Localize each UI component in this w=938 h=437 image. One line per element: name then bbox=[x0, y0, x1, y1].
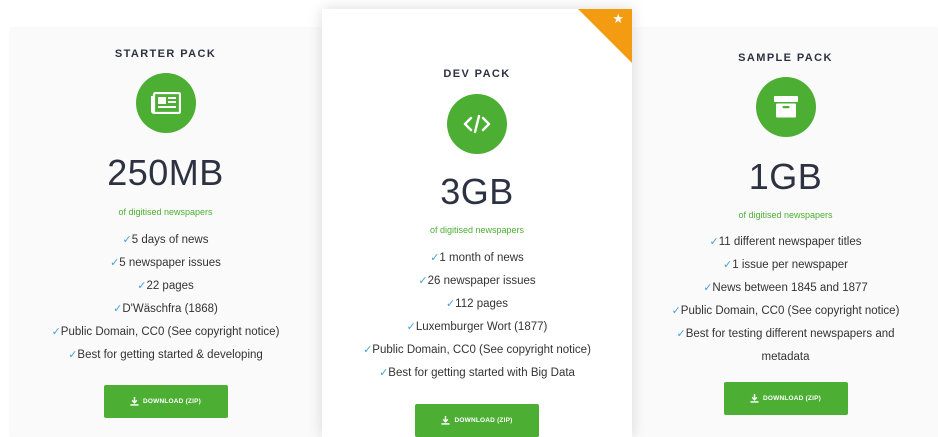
card-title: SAMPLE PACK bbox=[738, 52, 833, 64]
download-icon bbox=[750, 394, 759, 403]
feature-list: ✓5 days of news ✓5 newspaper issues ✓22 … bbox=[10, 228, 321, 366]
checkmark-icon: ✓ bbox=[445, 297, 456, 310]
feature-item: ✓D'Wäschfra (1868) bbox=[113, 302, 218, 315]
checkmark-icon: ✓ bbox=[418, 274, 428, 287]
storage-size: 3GB bbox=[440, 171, 514, 212]
download-zip-button[interactable]: DOWNLOAD (ZIP) bbox=[415, 404, 539, 437]
download-zip-button[interactable]: DOWNLOAD (ZIP) bbox=[103, 385, 228, 418]
feature-item: ✓11 different newspaper titles bbox=[709, 235, 862, 248]
feature-item: ✓News between 1845 and 1877 bbox=[703, 281, 868, 294]
feature-item: ✓Luxemburger Wort (1877) bbox=[406, 320, 548, 333]
feature-item: ✓5 days of news bbox=[122, 233, 209, 246]
feature-item: ✓5 newspaper issues bbox=[110, 256, 221, 269]
checkmark-icon: ✓ bbox=[723, 258, 733, 271]
feature-item: ✓Public Domain, CC0 (See copyright notic… bbox=[671, 304, 900, 317]
checkmark-icon: ✓ bbox=[676, 327, 686, 340]
size-caption: of digitised newspapers bbox=[429, 225, 525, 235]
feature-item: ✓Public Domain, CC0 (See copyright notic… bbox=[363, 343, 591, 356]
feature-item: ✓Best for testing different newspapers a… bbox=[676, 327, 895, 363]
feature-list: ✓1 month of news ✓26 newspaper issues ✓1… bbox=[322, 246, 632, 384]
feature-item: ✓Public Domain, CC0 (See copyright notic… bbox=[51, 325, 280, 338]
storage-size: 1GB bbox=[748, 156, 823, 197]
feature-item: ✓26 newspaper issues bbox=[418, 274, 536, 287]
pricing-card-starter: STARTER PACK 250MB of digitised newspape… bbox=[10, 28, 321, 437]
card-title: STARTER PACK bbox=[114, 48, 217, 60]
checkmark-icon: ✓ bbox=[113, 302, 123, 315]
checkmark-icon: ✓ bbox=[671, 304, 681, 317]
checkmark-icon: ✓ bbox=[363, 343, 373, 356]
size-caption: of digitised newspapers bbox=[118, 207, 213, 217]
checkmark-icon: ✓ bbox=[406, 320, 416, 333]
feature-list: ✓11 different newspaper titles ✓1 issue … bbox=[633, 230, 938, 369]
download-icon bbox=[130, 397, 139, 406]
checkmark-icon: ✓ bbox=[709, 235, 719, 248]
feature-item: ✓22 pages bbox=[137, 279, 194, 292]
feature-item: ✓112 pages bbox=[445, 297, 509, 310]
newspaper-icon bbox=[135, 73, 196, 133]
archive-box-icon bbox=[755, 77, 816, 137]
feature-item: ✓1 issue per newspaper bbox=[723, 258, 848, 271]
feature-item: ✓Best for getting started & developing bbox=[68, 348, 263, 361]
checkmark-icon: ✓ bbox=[110, 256, 120, 269]
star-icon: ★ bbox=[612, 12, 624, 27]
pricing-card-sample: SAMPLE PACK 1GB of digitised newspapers … bbox=[633, 28, 938, 437]
size-caption: of digitised newspapers bbox=[738, 210, 833, 220]
checkmark-icon: ✓ bbox=[51, 325, 61, 338]
storage-size: 250MB bbox=[107, 152, 224, 193]
download-zip-button[interactable]: DOWNLOAD (ZIP) bbox=[723, 382, 848, 415]
feature-item: ✓Best for getting started with Big Data bbox=[379, 366, 575, 379]
code-icon bbox=[447, 94, 507, 154]
download-icon bbox=[441, 416, 451, 425]
checkmark-icon: ✓ bbox=[379, 366, 389, 379]
pricing-card-dev: ★ DEV PACK 3GB of digitised newspapers ✓… bbox=[322, 9, 632, 437]
checkmark-icon: ✓ bbox=[122, 233, 132, 246]
feature-item: ✓1 month of news bbox=[430, 251, 524, 264]
card-title: DEV PACK bbox=[443, 68, 511, 80]
